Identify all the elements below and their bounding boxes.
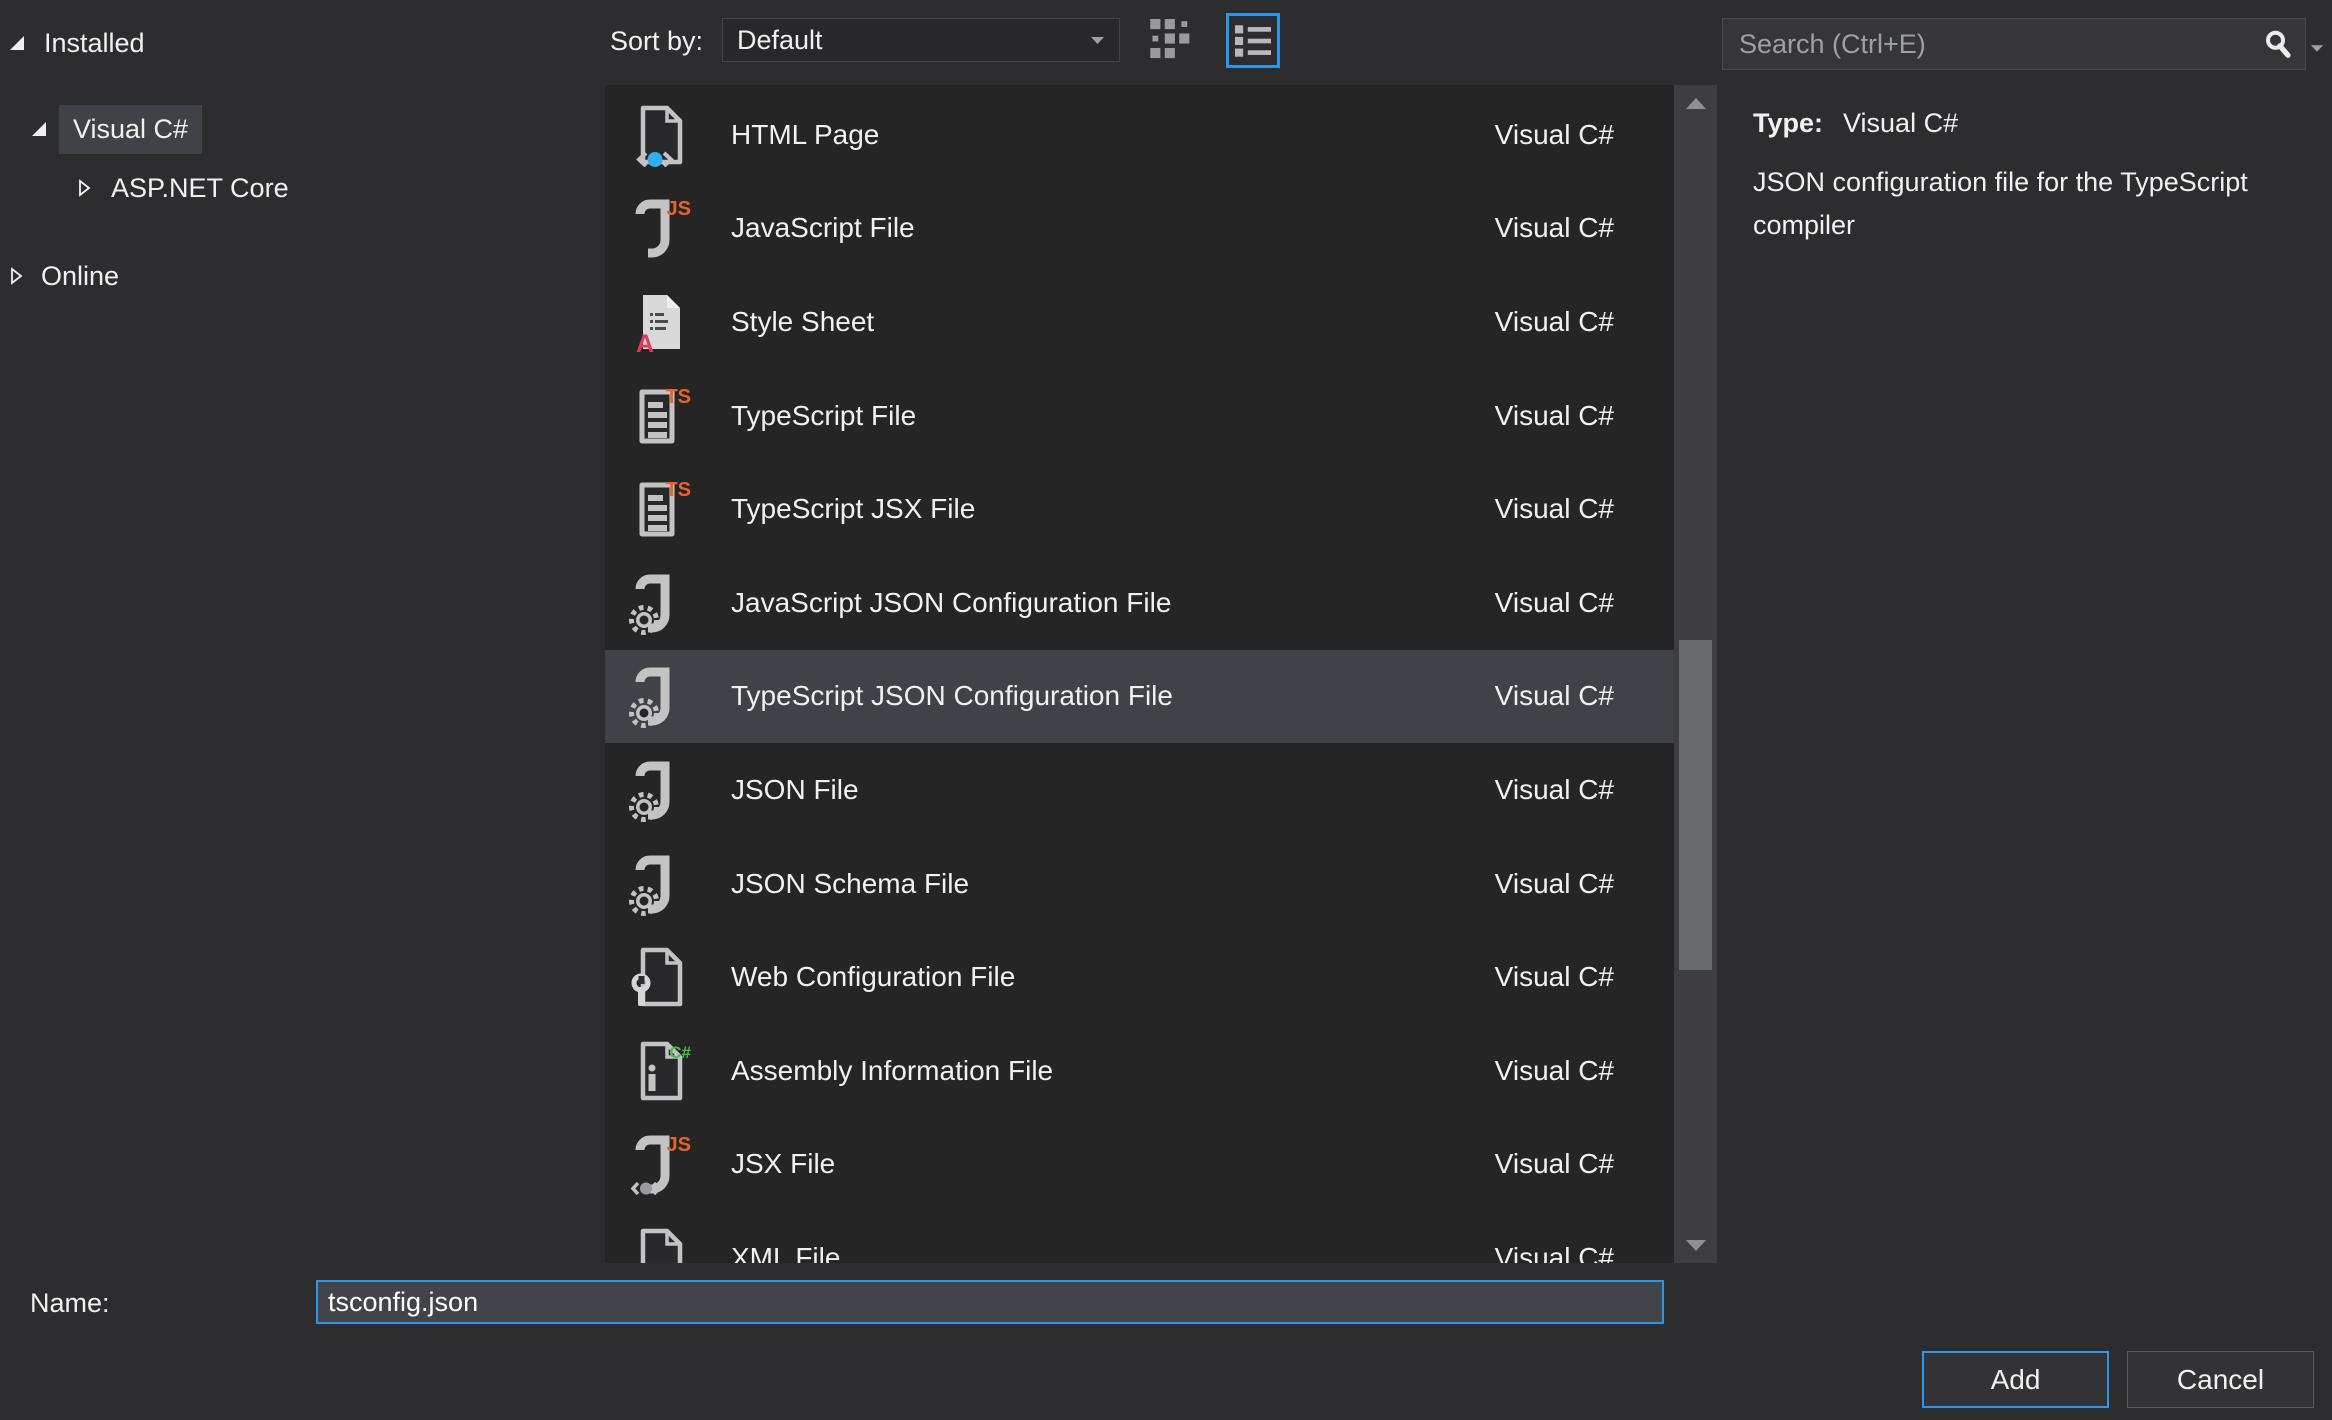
svg-text:JS: JS	[667, 1134, 691, 1156]
scrollbar-thumb[interactable]	[1679, 640, 1712, 970]
svg-text:TS: TS	[665, 386, 691, 408]
tree-item-visual-csharp[interactable]: Visual C#	[30, 102, 202, 156]
tree-item-label-selected: Visual C#	[59, 105, 202, 154]
expanded-triangle-icon[interactable]	[30, 120, 48, 138]
template-language: Visual C#	[1495, 1242, 1614, 1263]
template-language: Visual C#	[1495, 212, 1614, 244]
add-button[interactable]: Add	[1922, 1351, 2109, 1408]
template-list-item[interactable]: JavaScript JSON Configuration File Visua…	[605, 556, 1674, 650]
template-name: XML File	[731, 1242, 840, 1263]
template-language: Visual C#	[1495, 1055, 1614, 1087]
tree-item-aspnet-core[interactable]: ASP.NET Core	[76, 161, 289, 215]
collapsed-triangle-icon[interactable]	[76, 179, 92, 197]
template-name: TypeScript File	[731, 400, 916, 432]
template-list-item[interactable]: TypeScript JSON Configuration File Visua…	[605, 650, 1674, 744]
svg-text:C#: C#	[669, 1043, 691, 1062]
template-description: JSON configuration file for the TypeScri…	[1753, 161, 2328, 247]
type-value: Visual C#	[1843, 108, 1958, 139]
svg-text:JS: JS	[667, 198, 691, 220]
search-options-chevron-icon[interactable]	[2310, 40, 2324, 58]
template-language: Visual C#	[1495, 400, 1614, 432]
template-list-item[interactable]: JSON Schema File Visual C#	[605, 837, 1674, 931]
xml-file-icon	[628, 1225, 694, 1263]
tree-item-label: Installed	[44, 28, 145, 59]
cancel-button[interactable]: Cancel	[2127, 1351, 2314, 1408]
html-page-icon	[628, 102, 694, 168]
template-language: Visual C#	[1495, 1148, 1614, 1180]
sort-by-label: Sort by:	[610, 26, 703, 57]
type-label: Type:	[1753, 108, 1823, 139]
json-schema-file-icon	[628, 851, 694, 917]
template-list-item[interactable]: XML File Visual C#	[605, 1211, 1674, 1263]
tree-item-installed[interactable]: Installed	[8, 16, 145, 70]
search-input[interactable]: Search (Ctrl+E)	[1722, 18, 2306, 70]
jsx-file-icon: JS	[628, 1131, 694, 1197]
file-name-input[interactable]	[316, 1280, 1664, 1324]
template-list-item[interactable]: JS JSX File Visual C#	[605, 1118, 1674, 1212]
template-list: HTML Page Visual C# JS JavaScript File V…	[605, 85, 1717, 1263]
typescript-jsx-file-icon: TS	[628, 476, 694, 542]
template-list-item[interactable]: A Style Sheet Visual C#	[605, 275, 1674, 369]
assembly-information-file-icon: C#	[628, 1038, 694, 1104]
search-icon[interactable]	[2263, 29, 2293, 59]
template-name: HTML Page	[731, 119, 879, 151]
sort-by-dropdown[interactable]: Default	[722, 18, 1120, 62]
list-icon	[1235, 25, 1271, 57]
name-label: Name:	[30, 1288, 110, 1319]
template-list-item[interactable]: JSON File Visual C#	[605, 743, 1674, 837]
template-name: TypeScript JSON Configuration File	[731, 680, 1173, 712]
template-name: JavaScript File	[731, 212, 915, 244]
template-language: Visual C#	[1495, 680, 1614, 712]
template-language: Visual C#	[1495, 587, 1614, 619]
template-name: Assembly Information File	[731, 1055, 1053, 1087]
template-language: Visual C#	[1495, 119, 1614, 151]
template-list-item[interactable]: JS JavaScript File Visual C#	[605, 182, 1674, 276]
template-name: JSON Schema File	[731, 868, 969, 900]
web-configuration-file-icon	[628, 944, 694, 1010]
typescript-json-configuration-file-icon	[628, 663, 694, 729]
style-sheet-icon: A	[628, 289, 694, 355]
template-list-item[interactable]: HTML Page Visual C#	[605, 88, 1674, 182]
grid-icon	[1150, 19, 1194, 61]
template-language: Visual C#	[1495, 961, 1614, 993]
template-rows: HTML Page Visual C# JS JavaScript File V…	[605, 88, 1674, 1263]
template-list-item[interactable]: C# Assembly Information File Visual C#	[605, 1024, 1674, 1118]
add-new-item-dialog: Installed Visual C# ASP.NET Core Online …	[0, 0, 2332, 1420]
list-scrollbar[interactable]	[1674, 85, 1717, 1263]
template-list-item[interactable]: Web Configuration File Visual C#	[605, 930, 1674, 1024]
template-name: Web Configuration File	[731, 961, 1015, 993]
tree-item-online[interactable]: Online	[8, 249, 119, 303]
template-language: Visual C#	[1495, 493, 1614, 525]
list-view-button[interactable]	[1226, 13, 1280, 68]
template-list-item[interactable]: TS TypeScript File Visual C#	[605, 369, 1674, 463]
medium-icons-view-button[interactable]	[1144, 14, 1200, 66]
javascript-file-icon: JS	[628, 195, 694, 261]
scroll-down-icon[interactable]	[1674, 1227, 1717, 1263]
collapsed-triangle-icon[interactable]	[8, 267, 24, 285]
typescript-file-icon: TS	[628, 383, 694, 449]
template-language: Visual C#	[1495, 306, 1614, 338]
template-details-pane: Type: Visual C# JSON configuration file …	[1753, 108, 2328, 247]
svg-text:A: A	[636, 330, 654, 354]
chevron-down-icon	[1090, 36, 1105, 45]
cancel-button-label: Cancel	[2177, 1364, 2264, 1396]
tree-item-label: Online	[41, 261, 119, 292]
template-name: JavaScript JSON Configuration File	[731, 587, 1171, 619]
tree-item-label: ASP.NET Core	[111, 173, 289, 204]
add-button-label: Add	[1991, 1364, 2041, 1396]
json-file-icon	[628, 757, 694, 823]
template-language: Visual C#	[1495, 774, 1614, 806]
template-name: JSON File	[731, 774, 859, 806]
sort-by-selected-value: Default	[737, 25, 1090, 56]
template-name: Style Sheet	[731, 306, 874, 338]
template-language: Visual C#	[1495, 868, 1614, 900]
expanded-triangle-icon[interactable]	[8, 34, 26, 52]
javascript-json-configuration-file-icon	[628, 570, 694, 636]
svg-text:TS: TS	[665, 479, 691, 501]
template-name: TypeScript JSX File	[731, 493, 975, 525]
scroll-up-icon[interactable]	[1674, 85, 1717, 121]
search-placeholder: Search (Ctrl+E)	[1739, 29, 2263, 60]
template-list-item[interactable]: TS TypeScript JSX File Visual C#	[605, 462, 1674, 556]
template-name: JSX File	[731, 1148, 835, 1180]
